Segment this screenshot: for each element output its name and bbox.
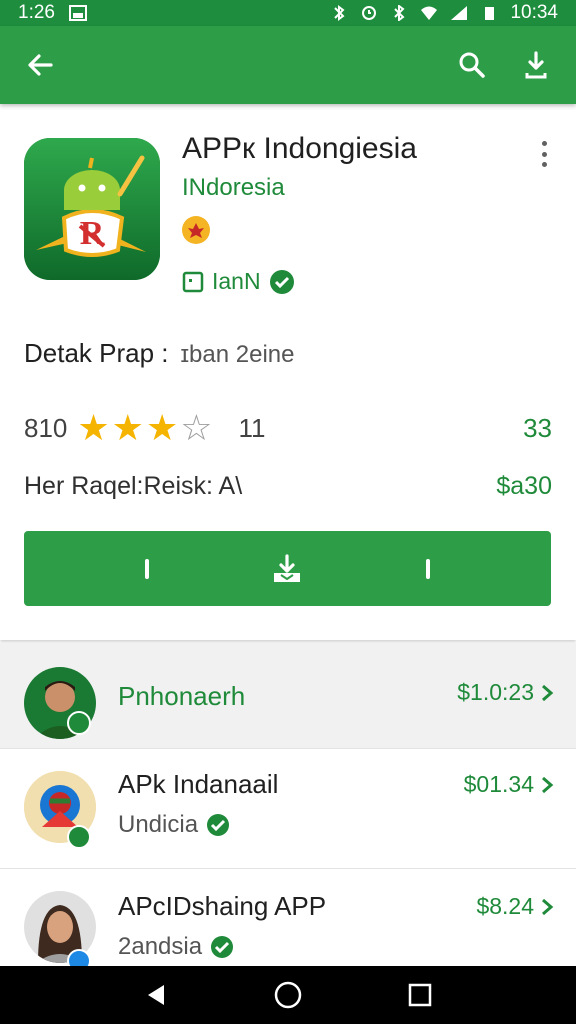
wifi-icon [421,6,438,20]
detail-label: Detak Prap : [24,338,169,368]
app-developer-link[interactable]: INdoresia [182,174,285,202]
verified-check-icon [211,936,234,958]
list-item-price[interactable]: $8.24 [476,893,554,920]
price-label: $1.0:23 [457,679,534,705]
detail-row: Detak Prap : ɪban 2eine [24,338,295,369]
svg-text:R: R [80,215,105,252]
download-icon [274,553,301,582]
list-item-price[interactable]: $1.0:23 [457,679,554,706]
list-item-title: APcIDshaing APP [118,891,327,921]
list-item-subtitle-row: Undicia [118,811,230,839]
verified-check-icon [67,711,91,735]
related-price: $a30 [496,471,552,500]
search-button[interactable] [452,45,492,85]
back-button[interactable] [20,45,60,85]
verified-check-icon [269,269,294,294]
list-item[interactable]: APk Indanaail Undicia $01.34 [0,749,576,869]
more-vert-icon [541,141,547,146]
star-filled-icon: ★ [77,407,110,448]
chevron-right-icon [542,898,554,915]
detail-value: ɪban 2eine [180,341,295,368]
more-options-button[interactable] [532,138,556,170]
verified-label: IanN [212,268,261,294]
editor-choice-badge-icon [182,216,210,244]
related-label: Her Raqel:Reisk: A\ [24,471,243,500]
chevron-right-icon [542,684,554,701]
verified-check-icon [207,814,230,836]
nav-back-icon[interactable] [142,981,170,1009]
star-filled-icon: ★ [111,407,144,448]
star-filled-icon: ★ [145,407,179,448]
download-icon [525,51,547,79]
list-item-subtitle-row: 2andsia [118,933,234,961]
nav-recents-icon[interactable] [406,981,434,1009]
status-time-right: 10:34 [510,2,558,23]
nav-home-icon[interactable] [273,980,303,1010]
download-button[interactable] [516,45,556,85]
app-detail-card: R APPк Indongiesia INdoresia IanN Detak … [0,110,576,640]
image-notification-icon [68,5,87,21]
verified-row: IanN [182,268,295,295]
install-bar-divider [425,558,430,579]
status-time-left: 1:26 [18,2,55,23]
chevron-right-icon [542,776,554,793]
list-item-price[interactable]: $01.34 [464,771,554,798]
battery-icon [485,7,495,20]
status-bar: 1:26 10:34 [0,0,576,26]
rating-stars: ★ ★ ★ ☆ [77,410,212,446]
search-icon [459,52,485,78]
rating-count: 11 [238,412,266,443]
install-bar-divider [145,558,150,579]
system-nav-bar [0,966,576,1024]
price-label: $8.24 [476,893,534,919]
rating-right-value: 33 [523,412,552,443]
bluetooth-muted-icon [334,5,345,21]
app-title: APPк Indongiesia [182,132,417,165]
list-item-title: Pnhonaerh [118,681,246,711]
bluetooth-icon [394,5,405,21]
price-label: $01.34 [463,771,534,797]
app-logo-icon: R [24,138,160,280]
related-row: Her Raqel:Reisk: A\ $a30 [24,466,552,506]
star-empty-icon: ☆ [180,407,213,448]
rating-score: 810 [24,412,68,443]
list-item-subtitle: Undicia [118,811,199,838]
list-item-title: APk Indanaail [118,769,279,799]
list-item[interactable]: Pnhonaerh $1.0:23 [0,643,576,749]
list-item-subtitle: 2andsia [118,933,203,960]
alarm-icon [362,6,377,20]
app-bar [0,26,576,104]
frame-icon [182,271,204,292]
back-arrow-icon [28,54,53,76]
rating-row: 810 ★ ★ ★ ☆ 11 33 [24,408,552,448]
verified-check-icon [67,825,91,849]
install-button[interactable] [24,531,551,606]
signal-icon [451,6,468,20]
